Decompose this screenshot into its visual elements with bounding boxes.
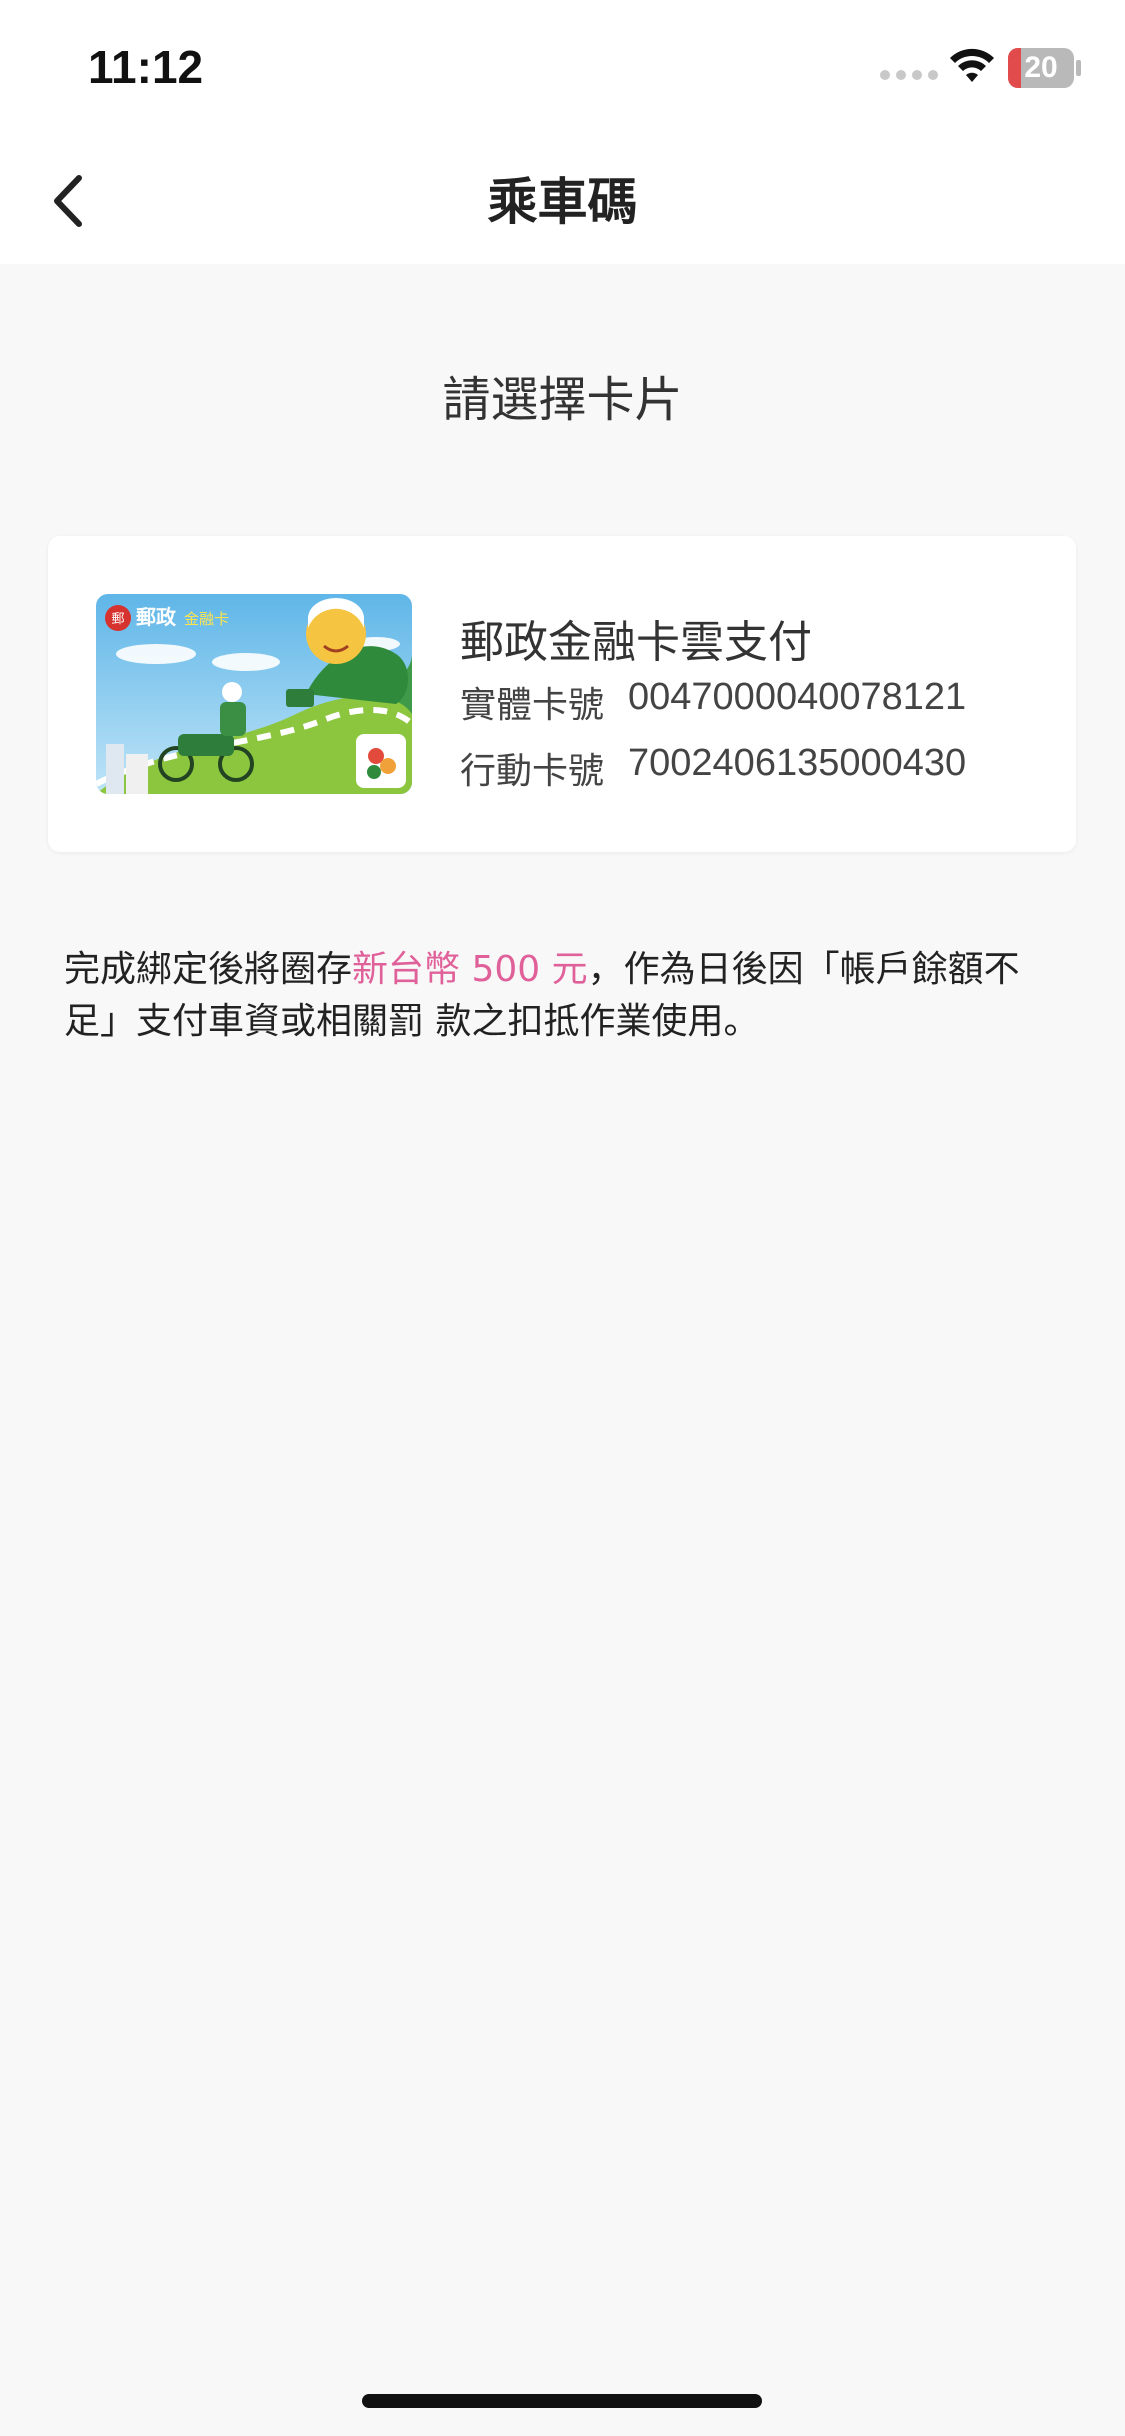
status-bar: 11:12 20 bbox=[0, 0, 1125, 140]
section-title: 請選擇卡片 bbox=[442, 372, 683, 428]
battery-level: 20 bbox=[1024, 51, 1058, 84]
status-time: 11:12 bbox=[88, 41, 204, 93]
mobile-card-label: 行動卡號 bbox=[460, 751, 605, 792]
svg-text:郵: 郵 bbox=[111, 612, 124, 627]
card-image: 郵 郵政 金融卡 bbox=[96, 594, 412, 794]
physical-card-label: 實體卡號 bbox=[460, 685, 605, 726]
card-image-type: 金融卡 bbox=[184, 610, 229, 628]
battery-cap bbox=[1076, 60, 1081, 76]
physical-card-number: 0047000040078121 bbox=[628, 676, 967, 718]
cellular-signal-icon bbox=[880, 70, 938, 80]
card-option[interactable]: 郵 郵政 金融卡 郵政金融卡雲支付 實體卡號 0047000040078121 … bbox=[48, 536, 1076, 852]
notice-prefix: 完成綁定後將圈存 bbox=[64, 949, 353, 990]
binding-notice: 完成綁定後將圈存新台幣 500 元，作為日後因「帳戶餘額不足」支付車資或相關罰 … bbox=[64, 944, 1064, 1048]
notice-amount: 新台幣 500 元 bbox=[352, 949, 588, 990]
page-title: 乘車碼 bbox=[487, 173, 638, 231]
home-indicator bbox=[362, 2394, 762, 2408]
navigation-bar: 乘車碼 bbox=[0, 140, 1125, 264]
card-name: 郵政金融卡雲支付 bbox=[460, 617, 812, 668]
mobile-card-number: 7002406135000430 bbox=[628, 742, 967, 784]
mobile-card-row: 行動卡號 7002406135000430 bbox=[460, 742, 966, 794]
battery-icon: 20 bbox=[1008, 48, 1074, 88]
wifi-icon bbox=[948, 46, 996, 90]
card-image-brand: 郵政 bbox=[136, 605, 177, 629]
chevron-left-icon bbox=[54, 175, 82, 227]
physical-card-row: 實體卡號 0047000040078121 bbox=[460, 676, 966, 728]
back-button[interactable] bbox=[38, 166, 98, 236]
